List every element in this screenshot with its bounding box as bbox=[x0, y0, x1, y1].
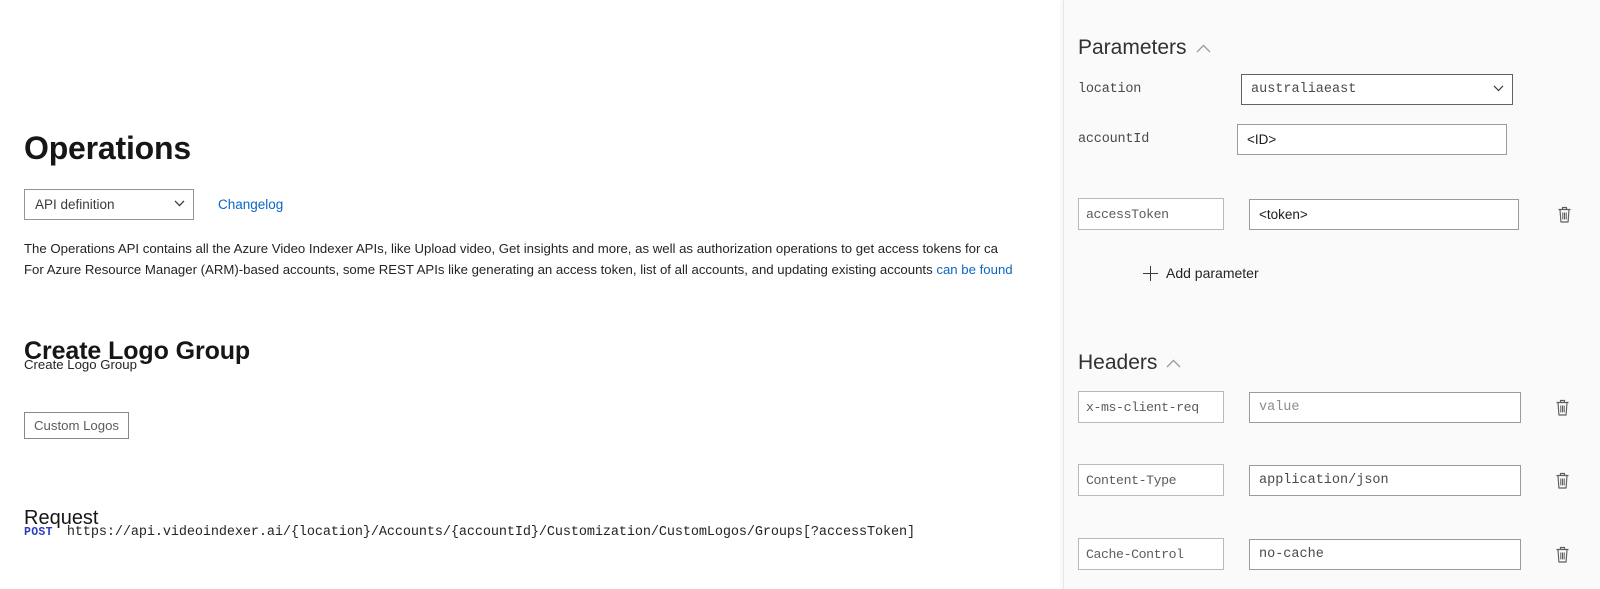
request-url-text: https://api.videoindexer.ai/{location}/A… bbox=[66, 525, 915, 540]
description-line-2: For Azure Resource Manager (ARM)-based a… bbox=[24, 259, 1063, 280]
plus-icon bbox=[1143, 265, 1158, 281]
parameters-section-header[interactable]: Parameters bbox=[1078, 36, 1210, 60]
location-select[interactable]: australiaeast bbox=[1241, 74, 1513, 105]
headers-heading: Headers bbox=[1078, 351, 1158, 374]
api-definition-select-wrapper: API definition bbox=[24, 189, 194, 220]
accesstoken-key-input[interactable] bbox=[1078, 198, 1224, 230]
api-documentation-pane: Operations API definition Changelog The … bbox=[0, 0, 1063, 589]
description-line-1: The Operations API contains all the Azur… bbox=[24, 241, 998, 256]
operation-subtitle: Create Logo Group bbox=[24, 357, 137, 372]
api-definition-select[interactable]: API definition bbox=[24, 189, 194, 220]
request-url-line: POST https://api.videoindexer.ai/{locatio… bbox=[24, 525, 915, 540]
parameter-row-location: location australiaeast bbox=[1078, 74, 1588, 105]
trash-icon[interactable] bbox=[1556, 205, 1573, 224]
add-parameter-button[interactable]: Add parameter bbox=[1143, 265, 1259, 281]
header-value-input[interactable] bbox=[1249, 391, 1521, 423]
page-title: Operations bbox=[24, 130, 191, 167]
parameter-key-label: location bbox=[1078, 82, 1142, 97]
trash-icon[interactable] bbox=[1554, 471, 1571, 490]
header-key-input[interactable] bbox=[1078, 464, 1224, 496]
headers-section-header[interactable]: Headers bbox=[1078, 351, 1181, 375]
api-toolbar: API definition Changelog bbox=[24, 189, 283, 220]
header-key-input[interactable] bbox=[1078, 391, 1224, 423]
chevron-up-icon[interactable] bbox=[1166, 359, 1181, 372]
chevron-up-icon[interactable] bbox=[1196, 44, 1210, 57]
page-root: Operations API definition Changelog The … bbox=[0, 0, 1600, 589]
trash-icon[interactable] bbox=[1554, 398, 1571, 417]
changelog-link[interactable]: Changelog bbox=[218, 197, 283, 212]
location-select-wrapper: australiaeast bbox=[1241, 74, 1513, 105]
parameter-row-accountid: accountId bbox=[1078, 124, 1588, 155]
parameter-row-accesstoken bbox=[1078, 198, 1588, 230]
add-parameter-label: Add parameter bbox=[1166, 265, 1259, 281]
header-row-2 bbox=[1078, 464, 1588, 496]
parameter-key-label: accountId bbox=[1078, 132, 1150, 147]
http-method-label: POST bbox=[24, 526, 53, 539]
header-row-3 bbox=[1078, 538, 1588, 570]
trash-icon[interactable] bbox=[1554, 545, 1571, 564]
tag-button-custom-logos[interactable]: Custom Logos bbox=[24, 412, 130, 439]
header-value-input[interactable] bbox=[1249, 464, 1521, 496]
header-row-1 bbox=[1078, 391, 1588, 423]
api-description: The Operations API contains all the Azur… bbox=[24, 238, 1063, 280]
accesstoken-value-input[interactable] bbox=[1249, 198, 1519, 230]
parameters-heading: Parameters bbox=[1078, 36, 1187, 59]
try-it-panel: Parameters location australiaeast accoun… bbox=[1063, 0, 1600, 589]
can-be-found-link[interactable]: can be found bbox=[936, 262, 1012, 277]
accountid-value-input[interactable] bbox=[1237, 124, 1507, 155]
description-line-2-text: For Azure Resource Manager (ARM)-based a… bbox=[24, 262, 937, 277]
header-value-input[interactable] bbox=[1249, 538, 1521, 570]
header-key-input[interactable] bbox=[1078, 538, 1224, 570]
